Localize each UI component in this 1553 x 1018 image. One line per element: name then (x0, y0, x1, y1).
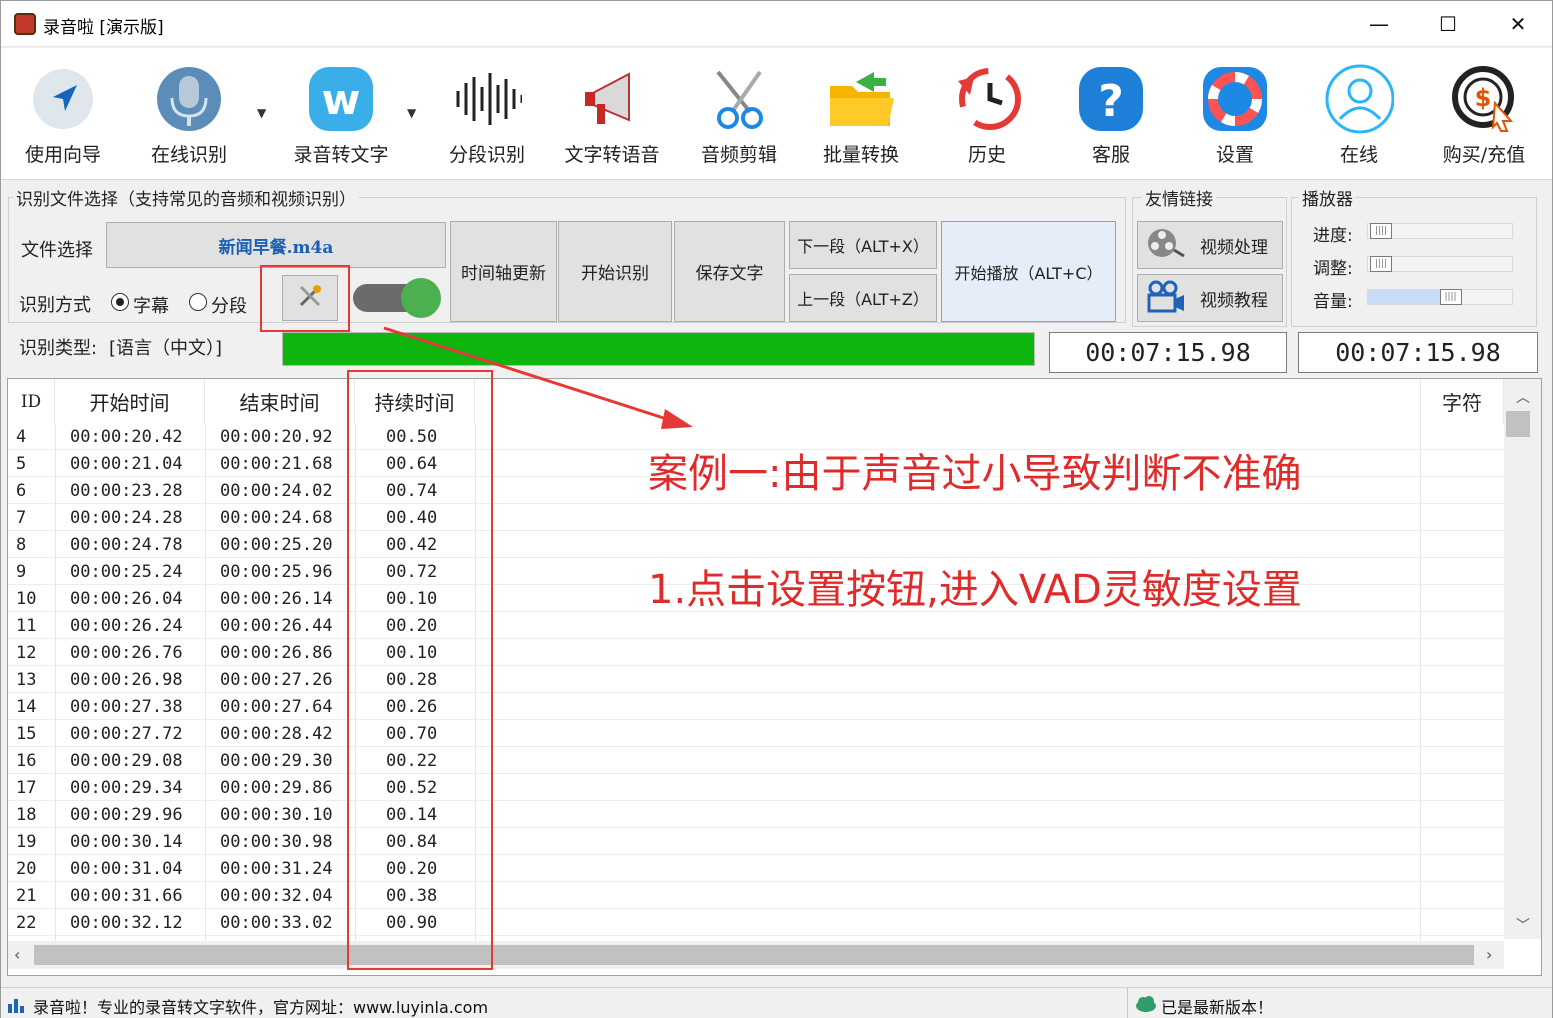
cloud-check-icon (1135, 995, 1157, 1017)
status-divider (1127, 988, 1128, 1018)
bar-chart-icon (7, 994, 29, 1018)
annotation-text-line1: 案例一:由于声音过小导致判断不准确 (648, 451, 1302, 497)
status-bar: 录音啦！专业的录音转文字软件，官方网址：www.luyinla.com 已是最新… (1, 987, 1552, 1018)
version-status: 已是最新版本！ (1161, 998, 1274, 1017)
annotation-text-line2: 1.点击设置按钮,进入VAD灵敏度设置 (648, 567, 1302, 613)
status-message: 录音啦！专业的录音转文字软件，官方网址：www.luyinla.com (33, 998, 489, 1017)
app-window: 录音啦 [演示版] — ☐ ✕ 使用向导 在线识别 ▼ w 录音转文字 ▼ 分段… (0, 0, 1553, 1018)
annotation-arrow (383, 326, 693, 429)
